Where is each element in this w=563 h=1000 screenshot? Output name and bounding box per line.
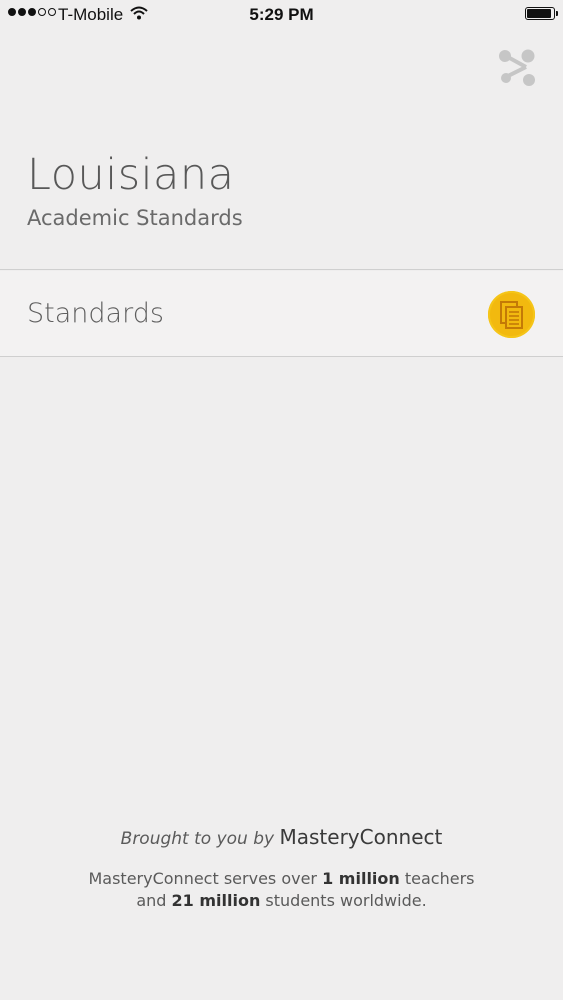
brought-by-line: Brought to you by MasteryConnect [0, 822, 563, 854]
page-header: Louisiana Academic Standards [27, 146, 243, 232]
battery-fill [527, 9, 551, 18]
tagline-text: students worldwide. [260, 891, 427, 910]
tagline-emphasis: 21 million [171, 891, 261, 910]
page-subtitle: Academic Standards [27, 206, 243, 230]
battery-nub [556, 11, 558, 16]
share-button[interactable] [495, 47, 539, 89]
tagline-text: and [136, 891, 172, 910]
list-item-label: Standards [27, 298, 164, 329]
tagline-text: MasteryConnect serves over [88, 869, 323, 888]
tagline-emphasis: 1 million [322, 869, 400, 888]
page-title: Louisiana [27, 150, 235, 200]
tagline-line-2: and 21 million students worldwide. [0, 890, 563, 912]
footer: Brought to you by MasteryConnect Mastery… [0, 822, 563, 912]
brand-name: MasteryConnect [279, 825, 443, 849]
status-bar: T-Mobile 5:29 PM [0, 0, 563, 30]
status-time: 5:29 PM [249, 5, 314, 24]
tagline-text: teachers [399, 869, 475, 888]
battery-icon [525, 7, 558, 20]
divider-bottom [0, 356, 563, 357]
share-icon [499, 49, 535, 86]
tagline-line-1: MasteryConnect serves over 1 million tea… [0, 868, 563, 890]
documents-icon [488, 291, 535, 338]
divider-top [0, 269, 563, 270]
list-item-standards[interactable]: Standards [0, 271, 563, 356]
brought-by-text: Brought to you by [120, 829, 275, 849]
tagline: MasteryConnect serves over 1 million tea… [0, 868, 563, 912]
